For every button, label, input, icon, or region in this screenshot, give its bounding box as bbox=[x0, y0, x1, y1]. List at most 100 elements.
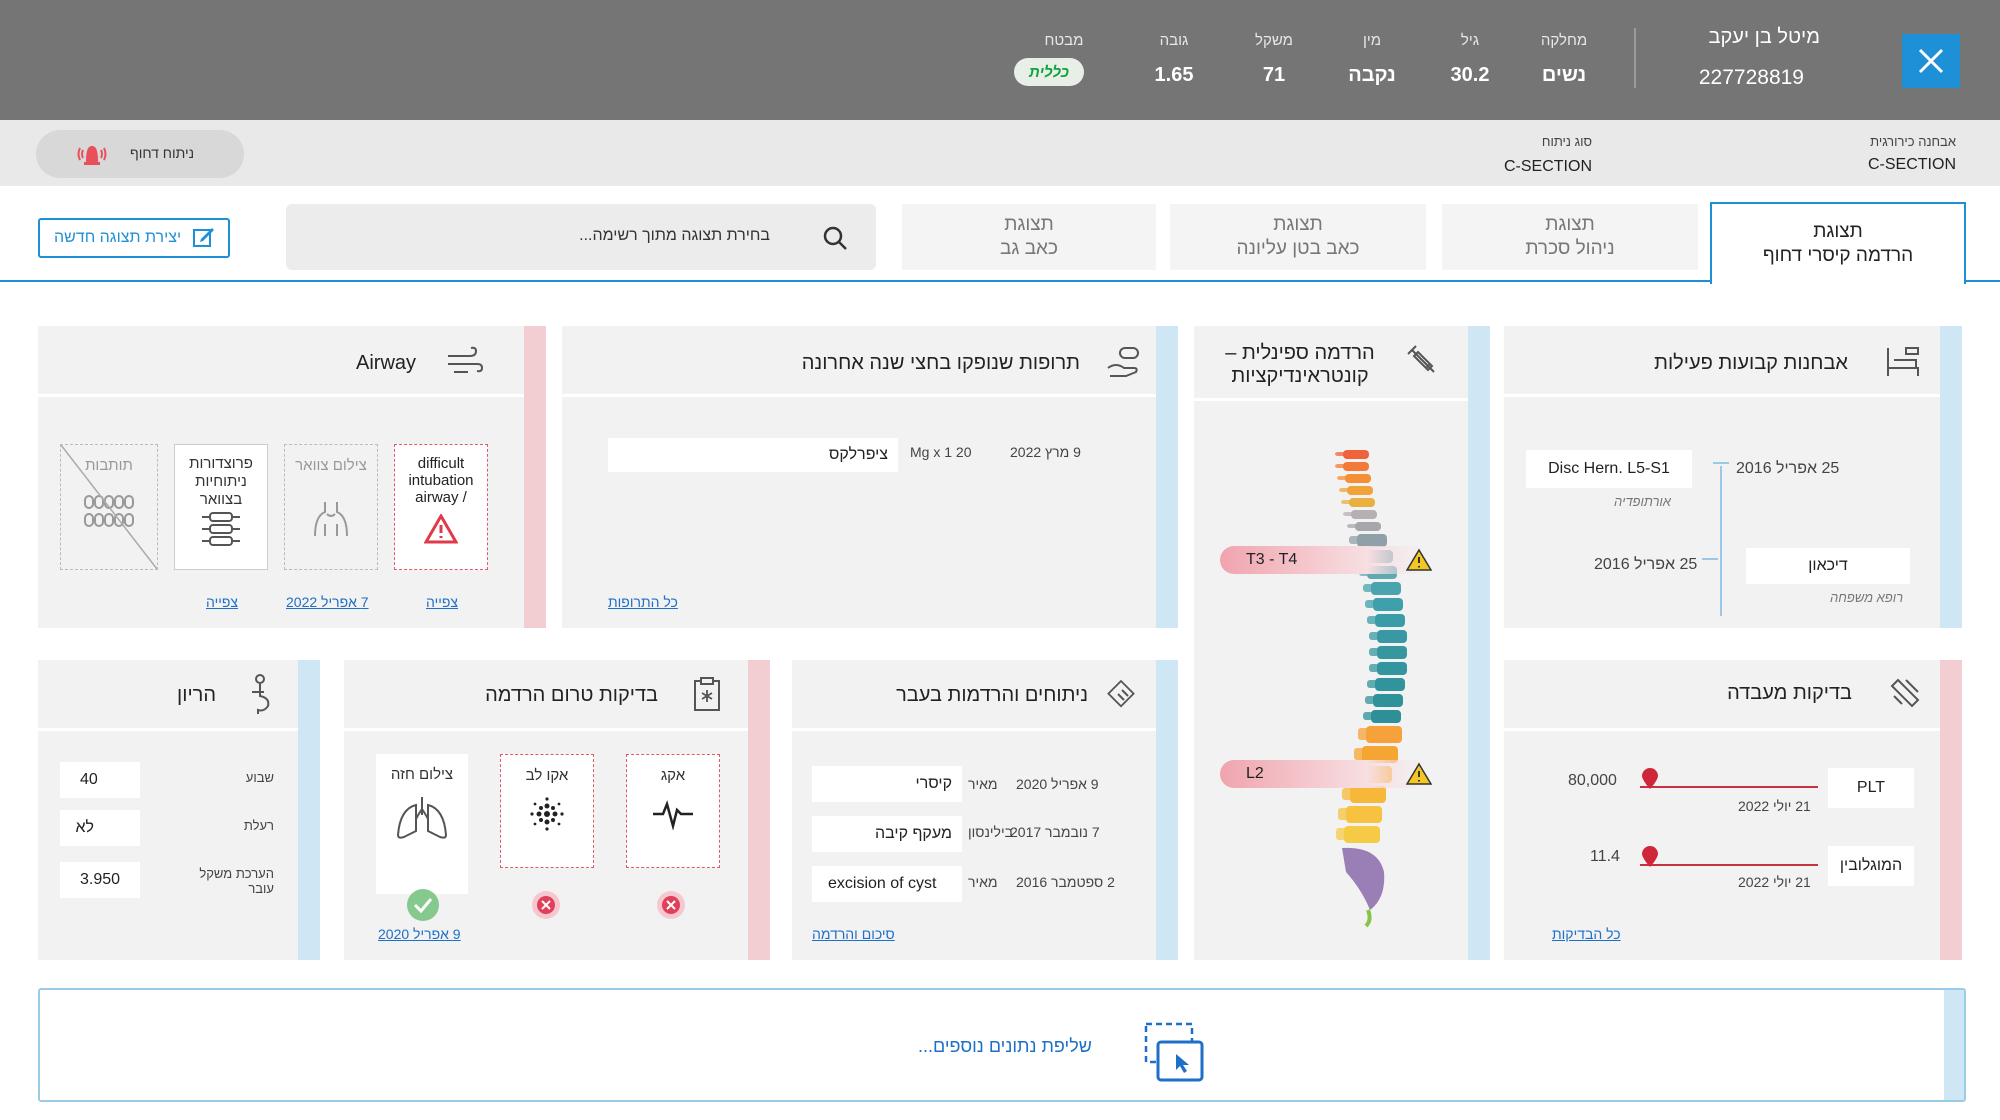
airway-view-link[interactable]: צפייה bbox=[426, 594, 458, 610]
dx-source: רופא משפחה bbox=[1830, 590, 1904, 605]
dx-source: אורתופדיה bbox=[1614, 494, 1671, 509]
lab-name: המוגלובין bbox=[1828, 846, 1914, 886]
height-label: גובה bbox=[1159, 32, 1189, 49]
lab-value: 11.4 bbox=[1590, 848, 1620, 865]
tab-back-pain[interactable]: תצוגת כאב גב bbox=[902, 204, 1156, 270]
vertebra bbox=[1351, 510, 1377, 519]
all-labs-link[interactable]: כל הבדיקות bbox=[1552, 926, 1621, 942]
all-meds-link[interactable]: כל התרופות bbox=[608, 594, 678, 610]
tile-label: אקו לב bbox=[525, 767, 569, 784]
diagnoses-card: אבחנות קבועות פעילות 25 אפריל 2016 Disc … bbox=[1504, 326, 1962, 628]
vertebra-process bbox=[1365, 696, 1375, 704]
fetch-more-data-panel[interactable]: שליפת נתונים נוספים... bbox=[38, 988, 1966, 1102]
insurer-badge: כללית bbox=[1014, 58, 1084, 86]
lab-tests-card: בדיקות מעבדה 80,000 21 יולי 2022 PLT 11.… bbox=[1504, 660, 1962, 960]
urgent-surgery-toggle[interactable]: ניתוח דחוף bbox=[36, 130, 244, 178]
new-view-button[interactable]: יצירת תצוגה חדשה bbox=[38, 218, 230, 258]
bandage-icon bbox=[1107, 679, 1135, 708]
close-button[interactable] bbox=[1902, 34, 1960, 88]
neck-xray-date-link[interactable]: 7 אפריל 2022 bbox=[286, 594, 369, 610]
tile-label: difficult intubation airway / bbox=[408, 455, 474, 506]
view-search[interactable]: בחירת תצוגה מתוך רשימה... bbox=[286, 204, 876, 270]
card-stripe bbox=[1940, 660, 1962, 960]
vertebra bbox=[1375, 678, 1405, 691]
surgery-hospital: מאיר bbox=[968, 874, 998, 890]
search-icon[interactable] bbox=[822, 225, 848, 251]
edit-icon bbox=[193, 228, 214, 247]
tab-upper-abdominal-pain[interactable]: תצוגת כאב בטן עליונה bbox=[1170, 204, 1426, 270]
vertebra-process bbox=[1367, 616, 1377, 624]
timeline-tick bbox=[1702, 558, 1718, 560]
neck-procedures-view-link[interactable]: צפייה bbox=[206, 594, 238, 610]
surgery-type-value: C-SECTION bbox=[1504, 158, 1592, 175]
search-input[interactable]: בחירת תצוגה מתוך רשימה... bbox=[579, 227, 770, 245]
pregnancy-card: הריון שבוע 40 רעלת לא הערכת משקל עובר 3.… bbox=[38, 660, 320, 960]
surgery-type-label: סוג ניתוח bbox=[1541, 134, 1592, 149]
bed-icon bbox=[1887, 347, 1919, 376]
dx-date: 25 אפריל 2016 bbox=[1594, 556, 1698, 573]
status-missing-icon bbox=[532, 891, 560, 919]
dx-diagnosis: Disc Hern. L5-S1 bbox=[1526, 450, 1692, 488]
spine-illustration bbox=[1335, 450, 1407, 928]
vertebra-process bbox=[1341, 500, 1351, 504]
alarm-icon bbox=[77, 146, 107, 165]
tab-line1: תצוגת bbox=[1813, 221, 1863, 242]
chest-xray-date-link[interactable]: 9 אפריל 2020 bbox=[378, 926, 461, 942]
test-tube-icon bbox=[1890, 678, 1920, 708]
card-divider bbox=[562, 394, 1156, 397]
marker-label: L2 bbox=[1246, 765, 1264, 782]
airway-card: Airway difficult intubation airway / צפי… bbox=[38, 326, 546, 628]
vertebra bbox=[1377, 630, 1407, 643]
vertebra bbox=[1350, 786, 1386, 803]
vertebrae-icon bbox=[202, 512, 240, 546]
vertebra-process bbox=[1338, 808, 1348, 820]
echo-tile[interactable]: אקו לב bbox=[500, 754, 594, 868]
card-divider bbox=[792, 728, 1156, 731]
height-value: 1.65 bbox=[1154, 64, 1194, 86]
neck-procedures-tile[interactable]: פרוצדורות ניתוחיות בצוואר bbox=[174, 444, 268, 570]
card-stripe bbox=[1156, 660, 1178, 960]
select-cursor-icon bbox=[1144, 1022, 1204, 1082]
vertebra-process bbox=[1363, 584, 1373, 592]
lab-range-line bbox=[1640, 786, 1818, 788]
tab-line2: כאב בטן עליונה bbox=[1236, 238, 1360, 259]
card-divider bbox=[1194, 398, 1468, 401]
chest-xray-tile[interactable]: צילום חזה bbox=[376, 754, 468, 894]
vertebra bbox=[1343, 450, 1369, 459]
card-divider bbox=[38, 394, 524, 397]
preop-tests-card: בדיקות טרום הרדמה אקג אקו לב צילום חזה 9… bbox=[344, 660, 770, 960]
tab-line2: הרדמה קיסרי דחוף bbox=[1762, 245, 1914, 266]
surgeries-summary-link[interactable]: סיכום והרדמה bbox=[812, 926, 895, 942]
vertebra bbox=[1347, 486, 1373, 495]
tab-diabetes[interactable]: תצוגת ניהול סכרת bbox=[1442, 204, 1698, 270]
tab-urgent-csection[interactable]: תצוגת הרדמה קיסרי דחוף bbox=[1710, 202, 1966, 284]
coccyx bbox=[1364, 909, 1372, 928]
vertebra-process bbox=[1369, 648, 1379, 656]
ecg-tile[interactable]: אקג bbox=[626, 754, 720, 868]
surgery-hospital: מאיר bbox=[968, 776, 998, 792]
card-stripe bbox=[1940, 326, 1962, 628]
vertebra-process bbox=[1343, 512, 1353, 516]
vertebra bbox=[1373, 598, 1403, 611]
dx-date: 25 אפריל 2016 bbox=[1736, 460, 1840, 477]
surgery-name: מעקף קיבה bbox=[812, 816, 962, 852]
vertebra bbox=[1344, 826, 1380, 843]
vertebra bbox=[1377, 662, 1407, 675]
dentures-tile[interactable]: תותבות bbox=[60, 444, 158, 570]
timeline-line bbox=[1720, 466, 1722, 616]
tile-label: אקג bbox=[660, 767, 686, 784]
lab-range-line bbox=[1640, 864, 1818, 866]
difficult-airway-tile[interactable]: difficult intubation airway / bbox=[394, 444, 488, 570]
timeline-tick bbox=[1713, 462, 1729, 464]
vertebra bbox=[1343, 462, 1369, 471]
tile-label: צילום חזה bbox=[390, 766, 454, 783]
vertebra-process bbox=[1349, 536, 1359, 544]
vertebra bbox=[1346, 806, 1382, 823]
vertebra-process bbox=[1337, 476, 1347, 480]
neck-xray-tile[interactable]: צילום צוואר bbox=[284, 444, 378, 570]
clipboard-icon bbox=[694, 677, 720, 711]
lungs-icon bbox=[396, 797, 448, 839]
pill-hand-icon bbox=[1107, 347, 1139, 377]
tab-line2: כאב גב bbox=[1000, 238, 1058, 259]
vertebra-process bbox=[1335, 452, 1345, 456]
